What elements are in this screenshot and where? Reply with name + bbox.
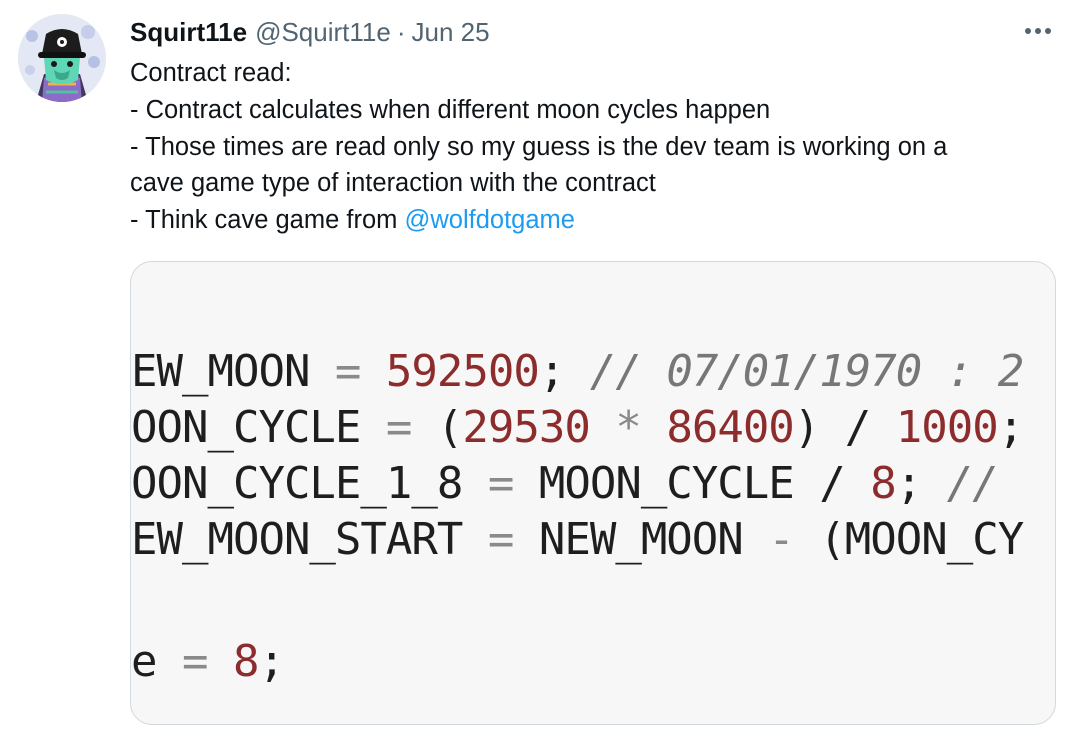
code-line: OON_CYCLE = (29530 * 86400) / 1000; xyxy=(131,402,1024,453)
mention-link[interactable]: @wolfdotgame xyxy=(404,206,574,234)
code-token: // 07/01/1970 : 2 xyxy=(589,346,1024,397)
code-line: EW_MOON = 592500; // 07/01/1970 : 2 xyxy=(131,346,1024,397)
code-token: EW_MOON xyxy=(131,346,310,397)
code-line: e = 8; xyxy=(131,636,285,687)
code-token: * xyxy=(589,402,667,453)
more-options-button[interactable] xyxy=(1020,16,1056,46)
display-name[interactable]: Squirt11e xyxy=(130,17,247,48)
code-token: = xyxy=(156,636,233,687)
code-token: NEW_MOON xyxy=(538,514,769,565)
attached-image[interactable]: EW_MOON = 592500; // 07/01/1970 : 2 OON_C… xyxy=(130,261,1056,725)
code-token: = xyxy=(360,402,437,453)
code-token: 592500 xyxy=(385,346,540,397)
tweet-text-line: Contract read: xyxy=(130,59,292,87)
code-token: ; xyxy=(895,458,947,509)
tweet[interactable]: Squirt11e @Squirt11e · Jun 25 Contract r… xyxy=(0,0,1080,750)
user-handle[interactable]: @Squirt11e xyxy=(255,17,391,48)
code-token: = xyxy=(462,514,539,565)
code-token: OON_CYCLE_1_8 xyxy=(131,458,463,509)
code-token: 29530 xyxy=(462,402,590,453)
tweet-header: Squirt11e @Squirt11e · Jun 25 xyxy=(130,15,490,49)
code-token: EW_MOON_START xyxy=(131,514,463,565)
tweet-text-line: - Think cave game from @wolfdotgame xyxy=(130,202,1030,239)
code-token: ) / xyxy=(793,402,896,453)
tweet-text-line: cave game type of interaction with the c… xyxy=(130,169,656,198)
code-line: OON_CYCLE_1_8 = MOON_CYCLE / 8; // xyxy=(131,458,999,509)
code-token: OON_CYCLE xyxy=(131,402,361,453)
code-token: // xyxy=(946,458,999,509)
avatar-wolf-icon xyxy=(18,14,106,102)
code-token: 8 xyxy=(232,636,259,687)
tweet-date[interactable]: Jun 25 xyxy=(412,17,490,48)
code-token: 86400 xyxy=(666,402,794,453)
code-token: 8 xyxy=(870,458,896,509)
code-snippet: EW_MOON = 592500; // 07/01/1970 : 2 OON_C… xyxy=(131,262,1055,724)
code-token: (MOON_CY xyxy=(793,514,1024,565)
code-token: - xyxy=(768,514,794,565)
ellipsis-icon xyxy=(1025,28,1051,34)
code-token: ( xyxy=(436,402,463,453)
code-token: ; xyxy=(258,636,284,687)
tweet-text-fragment: - Think cave game from xyxy=(130,206,405,235)
code-token: 1000 xyxy=(895,402,999,453)
code-token: = xyxy=(462,458,539,509)
tweet-text: Contract read: - Contract calculates whe… xyxy=(130,55,1030,239)
code-token: = xyxy=(309,346,386,397)
avatar[interactable] xyxy=(18,14,106,102)
code-token: ; xyxy=(997,402,1024,453)
tweet-text-line: - Those times are read only so my guess … xyxy=(130,132,948,161)
code-token: ; xyxy=(538,346,590,397)
code-token: MOON_CYCLE / xyxy=(538,458,871,509)
tweet-text-line: - Contract calculates when different moo… xyxy=(130,95,771,124)
code-line: EW_MOON_START = NEW_MOON - (MOON_CY xyxy=(131,514,1024,565)
code-token: e xyxy=(131,636,157,687)
separator-dot: · xyxy=(396,16,406,47)
